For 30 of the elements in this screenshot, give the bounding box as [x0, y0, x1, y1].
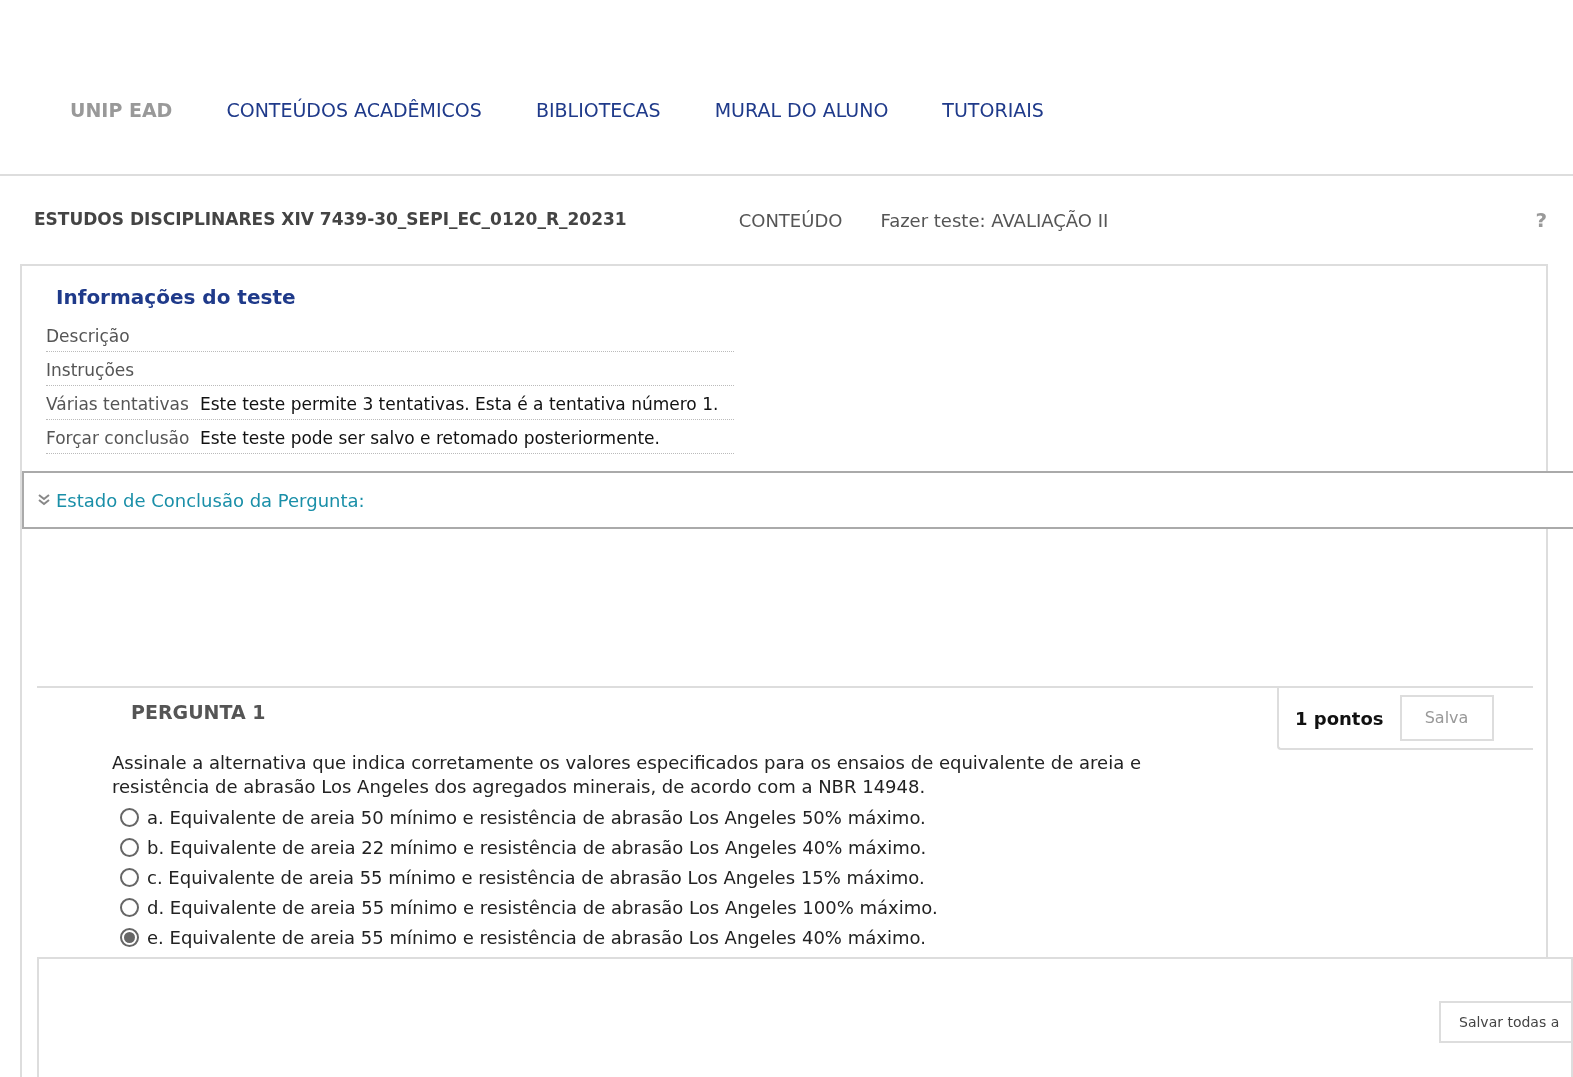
breadcrumb-link[interactable]: Fazer teste: AVALIAÇÃO II [880, 206, 1109, 234]
save-all-button[interactable]: Salvar todas a [1439, 1001, 1571, 1043]
radio-button[interactable] [120, 928, 139, 947]
option-label: a. Equivalente de areia 50 mínimo e resistência de abrasão Los Angeles 50% máximo. [147, 806, 926, 830]
course-title: ESTUDOS DISCIPLINARES XIV 7439-30_SEPI_EC_0120_R_20231 [34, 208, 627, 232]
field-value: Este teste permite 3 tentativas. Esta é a tentativa número 1. [200, 392, 719, 416]
question-text: Assinale a alternativa que indica corretamente os valores especificados para os ensaios de equivalente de areia e resistência de abrasão Los Angeles dos agregados minerais, de acordo com a NBR 14948. [111, 750, 1143, 799]
radio-button[interactable] [120, 898, 139, 917]
radio-button[interactable] [120, 838, 139, 857]
option-label: e. Equivalente de areia 55 mínimo e resistência de abrasão Los Angeles 40% máximo. [147, 926, 926, 950]
status-label: Estado de Conclusão da Pergunta: [56, 488, 365, 513]
nav-link[interactable]: BIBLIOTECAS [535, 95, 661, 125]
nav-link[interactable]: TUTORIAIS [942, 95, 1044, 125]
question-title: PERGUNTA 1 [130, 700, 267, 725]
option-label: d. Equivalente de areia 55 mínimo e resistência de abrasão Los Angeles 100% máximo. [147, 896, 938, 920]
field-label: Várias tentativas [46, 392, 190, 416]
radio-button[interactable] [120, 868, 139, 887]
field-label: Instruções [46, 358, 136, 382]
status-bar[interactable]: Estado de Conclusão da Pergunta: [22, 471, 1573, 529]
breadcrumb-link[interactable]: CONTEÚDO [738, 206, 843, 234]
field-label: Forçar conclusão [46, 426, 191, 450]
field-label: Descrição [46, 324, 131, 348]
nav-link[interactable]: CONTEÚDOS ACADÊMICOS [226, 95, 482, 125]
points-label: 1 pontos [1295, 706, 1384, 731]
nav-link[interactable]: MURAL DO ALUNO [714, 95, 889, 125]
section-heading: Informações do teste [55, 284, 297, 311]
field-value: Este teste pode ser salvo e retomado posteriormente. [200, 426, 660, 450]
option-label: b. Equivalente de areia 22 mínimo e resistência de abrasão Los Angeles 40% máximo. [147, 836, 927, 860]
option-label: c. Equivalente de areia 55 mínimo e resistência de abrasão Los Angeles 15% máximo. [147, 866, 925, 890]
radio-button[interactable] [120, 808, 139, 827]
